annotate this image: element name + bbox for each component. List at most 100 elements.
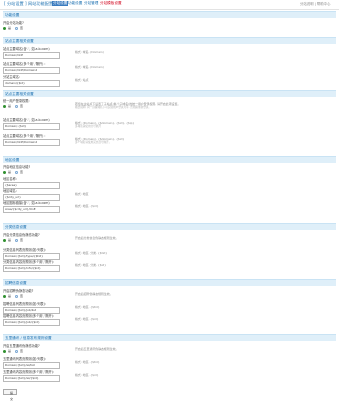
text-input[interactable]: Domain/{$id}/wl/list [3, 362, 60, 369]
setting-row: 站点主要域名(多个用','隔开) : Domain/OnE/Domain2 格式: … [3, 61, 336, 74]
setting-row: 开启五里通讯伪静态功能? 是 否 开启后五里通讯伪静态规则生效。 [3, 343, 336, 353]
setting-label: 五里通讯列表页规则(如:列表): [3, 357, 46, 361]
radio-group: 是否 [3, 170, 336, 174]
text-input[interactable]: Domain/.{$id} [3, 123, 60, 130]
setting-label: 开启分站功能? [3, 21, 24, 25]
setting-label: 站点主要域名(多个用','隔开) : [3, 62, 46, 66]
setting-label: 分类信息列表页规则(如:列表): [3, 248, 46, 252]
setting-row: 站点主要域名(多个用','隔开) : Domain/OnE/Domain2 格式: … [3, 133, 336, 146]
setting-label: 开启五里通讯伪静态功能? [3, 344, 40, 348]
radio-label: 是 [8, 104, 12, 108]
text-input[interactable]: Domain/{$id}/job/{$id} [3, 319, 60, 326]
setting-label: 地区名称: [3, 177, 17, 181]
setting-label: 站点主要域名(含'.', 如.a.b.com) [3, 47, 50, 51]
setting-label: 开启分类信息伪静态功能? [3, 233, 40, 237]
section-title: 分类信息设置 [3, 223, 336, 230]
hint-text: 格式: 地区, {$id} [75, 317, 99, 321]
setting-label: 招聘信息列表页规则(如:列表): [3, 302, 46, 306]
text-input[interactable]: Domain/OnE/Domain2 [3, 139, 60, 146]
hint-text: 格式: 域名, (Domain) [75, 65, 104, 69]
section-title: 站点主要相关设置 [3, 37, 336, 44]
text-input[interactable]: Domain/{$id}/wl/{$id} [3, 375, 60, 382]
radio-no[interactable] [15, 104, 19, 108]
radio-label: 是 [8, 294, 12, 298]
text-input[interactable]: Domain/{$id}/info/{$id} [3, 265, 60, 272]
setting-label: 开启地区信息功能? [3, 165, 31, 169]
radio-label: 否 [20, 349, 24, 353]
hint-text: 格式: 地区, 分类, {$tid} [75, 251, 108, 255]
setting-row: 开启分站功能? 是否 [3, 20, 336, 30]
header-links[interactable]: 分站说明 | 帮助中心 [300, 1, 330, 6]
setting-row: 五里通讯列表页规则(如:列表): Domain/{$id}/wl/list 格式: … [3, 356, 336, 369]
radio-group: 是否 [3, 26, 336, 30]
section: 招聘信息设置 开启招聘伪静态功能? 是否开启后招聘伪静态规则生效。 招聘信息列表页规则… [3, 279, 336, 326]
section-title: 招聘信息设置 [3, 279, 336, 286]
tab-site-manage[interactable]: 分站管理 [84, 1, 98, 6]
text-input[interactable]: domain/{$id} [3, 80, 60, 87]
setting-label: 分类信息内容页规则(多个用','隔开): [3, 260, 54, 264]
hint-detail: 多域名请使用分号隔开 [75, 125, 101, 128]
radio-no[interactable] [15, 349, 19, 353]
tab-site-settings[interactable]: 分站设置 [52, 1, 69, 6]
setting-label: 招聘信息内容页规则(多个用','隔开): [3, 314, 54, 318]
setting-row: 分类信息列表页规则(如:列表): Domain/{$id}/type/{$tid}… [3, 247, 336, 260]
section: 地区设置 开启地区信息功能? 是否地区名称: {$area} 地区域名: {$city_u… [3, 156, 336, 213]
hint-detail: 格式说明: 同一顶级域名下可实现用户登录共享, 否则需重新登录。 [75, 106, 151, 109]
radio-no[interactable] [15, 26, 19, 30]
hint-detail: 多个域名请使用英文逗号隔开。 [75, 141, 112, 144]
setting-row: 地区名称: {$area} [3, 176, 336, 189]
section: 站点主要相关设置 统一用户登录权限: 是否若您在主站点下设置了子站点(各个子域名)的… [3, 90, 336, 146]
radio-yes[interactable] [3, 26, 6, 30]
hint-text: 格式: 地区 [75, 192, 89, 196]
setting-row: 开启分类信息伪静态功能? 是否开启后分类信息伪静态规则生效。 [3, 232, 336, 242]
hint-text: 格式: 站点 [75, 78, 89, 82]
radio-label: 是 [8, 349, 12, 353]
section-title: 功能设置 [3, 11, 336, 18]
radio-no[interactable] [15, 170, 19, 174]
setting-row: 地区域名: {$city_url} 格式: 地区 [3, 188, 336, 201]
section-title: 地区设置 [3, 156, 336, 163]
section: 五里通讯 / 信息发布规则设置 开启五里通讯伪静态功能? 是否开启后五里通讯伪静态规… [3, 334, 336, 382]
radio-yes[interactable] [3, 170, 6, 174]
radio-yes[interactable] [3, 349, 6, 353]
tab-feature-settings[interactable]: 功能设置 [68, 1, 82, 6]
setting-row: 开启地区信息功能? 是否 [3, 164, 336, 174]
top-bar: [ 分站设置 ] 网站功能配置 - 功能 分站设置 功能设置 分站管理 分站模板… [0, 0, 339, 10]
setting-label: 五里通讯内容页规则(多个用','隔开): [3, 370, 54, 374]
radio-no[interactable] [15, 294, 19, 298]
radio-group: 是否 [3, 238, 336, 242]
setting-row: 站点主要域名(含'.', 如.a.b.com) Domain/OnE 格式: 域名,… [3, 46, 336, 59]
section: 分类信息设置 开启分类信息伪静态功能? 是否开启后分类信息伪静态规则生效。 分类信息列… [3, 223, 336, 272]
setting-row: 招聘信息列表页规则(如:列表): Domain/{$id}/job/list 格式:… [3, 301, 336, 314]
setting-row: 五里通讯内容页规则(多个用','隔开): Domain/{$id}/wl/{$id… [3, 369, 336, 382]
radio-yes[interactable] [3, 294, 6, 298]
hint-text: 格式: 地区, 分类, {$id} [75, 263, 107, 267]
setting-row: 站点主要域名(含'.', 如.a.b.com) Domain/.{$id} 格式: … [3, 117, 336, 130]
radio-label: 否 [20, 104, 24, 108]
text-input[interactable]: Domain/OnE [3, 52, 60, 59]
tab-site-template[interactable]: 分站模板设置 [100, 1, 122, 6]
radio-label: 是 [8, 238, 12, 242]
setting-label: 地区域名: [3, 189, 17, 193]
setting-row: 统一用户登录权限: 是否若您在主站点下设置了子站点(各个子域名)的统一用户登录权限… [3, 98, 336, 109]
text-input[interactable]: Domain/OnE/Domain2 [3, 67, 60, 74]
radio-no[interactable] [15, 238, 19, 242]
hint-text: 开启后五里通讯伪静态规则生效。 [75, 347, 119, 351]
radio-yes[interactable] [3, 238, 6, 242]
setting-row: 分站主域名: domain/{$id} 格式: 站点 [3, 74, 336, 87]
text-input[interactable]: Area/{$city_url}/OnE [3, 206, 60, 213]
setting-row: 分类信息内容页规则(多个用','隔开): Domain/{$id}/info/{$… [3, 259, 336, 272]
hint-text: 开启后招聘伪静态规则生效。 [75, 292, 113, 296]
radio-label: 否 [20, 170, 24, 174]
hint-text: 格式: 地区, {$id} [75, 204, 99, 208]
radio-label: 是 [8, 170, 12, 174]
radio-yes[interactable] [3, 104, 6, 108]
setting-row: 地区图标链接(含'.', 如.a.b.com) Area/{$city_url}/… [3, 200, 336, 213]
setting-label: 站点主要域名(含'.', 如.a.b.com) [3, 118, 50, 122]
setting-label: 站点主要域名(多个用','隔开) : [3, 134, 46, 138]
save-button[interactable]: 提交 [3, 389, 17, 401]
hint-text: 格式: 地区, {$id} [75, 373, 99, 377]
setting-label: 地区图标链接(含'.', 如.a.b.com) [3, 201, 50, 205]
hint-text: 格式: 域名, (Domain) [75, 50, 104, 54]
radio-label: 是 [8, 26, 12, 30]
